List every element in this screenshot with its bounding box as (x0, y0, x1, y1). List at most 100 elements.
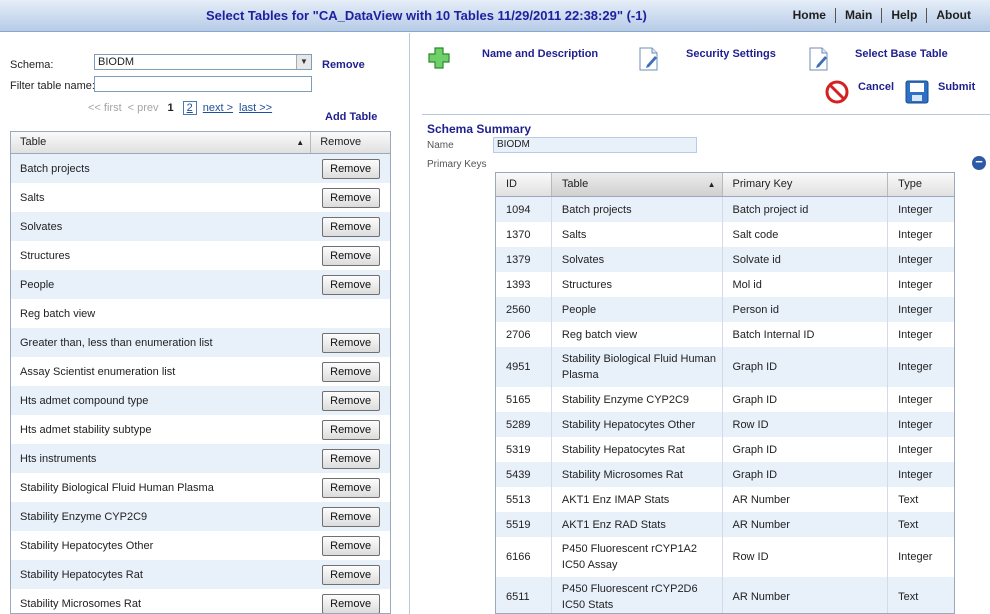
pager-page-2[interactable]: 2 (182, 101, 197, 115)
type-cell: Integer (898, 551, 933, 563)
column-header-type[interactable]: Type (888, 173, 954, 196)
remove-cell: Remove (311, 245, 390, 266)
table-row[interactable]: Reg batch view (11, 299, 390, 328)
remove-table-button[interactable]: Remove (321, 332, 380, 353)
type-cell: Text (898, 518, 919, 531)
primary-key-cell: Graph ID (723, 347, 889, 387)
pager-last[interactable]: last >> (239, 102, 272, 114)
remove-table-button[interactable]: Remove (321, 419, 380, 440)
edit-document-icon[interactable] (808, 47, 830, 71)
type-cell: Integer (898, 418, 933, 431)
remove-table-button[interactable]: Remove (321, 593, 380, 613)
table-row[interactable]: 6511 P450 Fluorescent rCYP2D6 IC50 Stats A… (496, 577, 954, 613)
pager-next[interactable]: next > (203, 102, 233, 114)
table-row[interactable]: Stability Hepatocytes Other Remove (11, 531, 390, 560)
primary-key-cell: Person id (723, 297, 889, 322)
remove-table-button[interactable]: Remove (321, 564, 380, 585)
table-row[interactable]: Stability Biological Fluid Human Plasma R… (11, 473, 390, 502)
nav-help[interactable]: Help (881, 8, 926, 23)
edit-document-icon[interactable] (638, 47, 660, 71)
nav-main[interactable]: Main (834, 8, 881, 23)
table-row[interactable]: 1370 Salts Salt code Integer (496, 222, 954, 247)
table-row[interactable]: 1094 Batch projects Batch project id Intege… (496, 197, 954, 222)
table-cell: People (552, 297, 723, 322)
table-cell: Stability Hepatocytes Rat (552, 437, 723, 462)
table-row[interactable]: 5165 Stability Enzyme CYP2C9 Graph ID Integ… (496, 387, 954, 412)
table-row[interactable]: Solvates Remove (11, 212, 390, 241)
name-label: Name (427, 140, 454, 151)
remove-cell: Remove (311, 216, 390, 237)
table-row[interactable]: Salts Remove (11, 183, 390, 212)
filter-table-input[interactable] (94, 76, 312, 92)
id-cell: 2706 (496, 322, 552, 347)
remove-table-button[interactable]: Remove (321, 448, 380, 469)
table-cell: AKT1 Enz IMAP Stats (552, 487, 723, 512)
name-description-link[interactable]: Name and Description (482, 48, 598, 60)
filter-label: Filter table name: (10, 80, 95, 92)
table-row[interactable]: 5519 AKT1 Enz RAD Stats AR Number Text (496, 512, 954, 537)
table-row[interactable]: Stability Enzyme CYP2C9 Remove (11, 502, 390, 531)
remove-cell: Remove (311, 593, 390, 613)
table-row[interactable]: 5319 Stability Hepatocytes Rat Graph ID Int… (496, 437, 954, 462)
table-row[interactable]: Batch projects Remove (11, 154, 390, 183)
remove-cell: Remove (311, 564, 390, 585)
remove-table-button[interactable]: Remove (321, 216, 380, 237)
nav-home[interactable]: Home (784, 8, 835, 23)
table-row[interactable]: 6166 P450 Fluorescent rCYP1A2 IC50 Assay R… (496, 537, 954, 577)
cancel-button[interactable]: Cancel (858, 81, 894, 93)
table-row[interactable]: Assay Scientist enumeration list Remove (11, 357, 390, 386)
submit-icon[interactable] (904, 79, 930, 105)
remove-table-button[interactable]: Remove (321, 187, 380, 208)
table-row[interactable]: 1393 Structures Mol id Integer (496, 272, 954, 297)
table-row[interactable]: 5289 Stability Hepatocytes Other Row ID Int… (496, 412, 954, 437)
nav-about[interactable]: About (926, 8, 980, 23)
cancel-icon[interactable] (825, 80, 849, 104)
remove-table-button[interactable]: Remove (321, 506, 380, 527)
table-row[interactable]: 5513 AKT1 Enz IMAP Stats AR Number Text (496, 487, 954, 512)
selected-tables-grid: Table ▲ Remove Batch projects Remove Salts… (10, 131, 391, 614)
column-header-primary-key[interactable]: Primary Key (723, 173, 889, 196)
remove-table-button[interactable]: Remove (321, 158, 380, 179)
collapse-minus-icon[interactable]: − (972, 155, 986, 170)
remove-table-button[interactable]: Remove (321, 274, 380, 295)
remove-table-button[interactable]: Remove (321, 361, 380, 382)
column-header-id[interactable]: ID (496, 173, 552, 196)
add-table-link[interactable]: Add Table (325, 111, 377, 123)
table-selection-panel: Schema: BIODM ▼ Remove Filter table name… (0, 33, 410, 614)
table-name-cell: Solvates (20, 220, 63, 233)
table-row[interactable]: 2706 Reg batch view Batch Internal ID Integ… (496, 322, 954, 347)
type-cell: Integer (898, 328, 933, 341)
table-row[interactable]: 4951 Stability Biological Fluid Human Pla… (496, 347, 954, 387)
table-row[interactable]: 5439 Stability Microsomes Rat Graph ID Inte… (496, 462, 954, 487)
remove-table-button[interactable]: Remove (321, 477, 380, 498)
remove-cell: Remove (311, 506, 390, 527)
table-name-cell: Stability Hepatocytes Other (20, 539, 154, 552)
remove-table-button[interactable]: Remove (321, 245, 380, 266)
primary-key-cell: Row ID (723, 412, 889, 437)
remove-schema-link[interactable]: Remove (322, 59, 365, 71)
table-row[interactable]: 1379 Solvates Solvate id Integer (496, 247, 954, 272)
table-row[interactable]: 2560 People Person id Integer (496, 297, 954, 322)
submit-button[interactable]: Submit (938, 81, 975, 93)
security-settings-link[interactable]: Security Settings (686, 48, 776, 60)
table-row[interactable]: Stability Hepatocytes Rat Remove (11, 560, 390, 589)
table-row[interactable]: Greater than, less than enumeration list… (11, 328, 390, 357)
schema-select[interactable]: BIODM ▼ (94, 54, 312, 70)
remove-table-button[interactable]: Remove (321, 535, 380, 556)
select-base-table-link[interactable]: Select Base Table (855, 48, 948, 60)
remove-cell: Remove (311, 419, 390, 440)
table-row[interactable]: Stability Microsomes Rat Remove (11, 589, 390, 613)
sort-asc-icon: ▲ (707, 180, 716, 189)
remove-cell: Remove (311, 390, 390, 411)
table-row[interactable]: Hts admet compound type Remove (11, 386, 390, 415)
table-row[interactable]: Structures Remove (11, 241, 390, 270)
remove-table-button[interactable]: Remove (321, 390, 380, 411)
plus-icon[interactable] (428, 47, 450, 69)
column-header-table[interactable]: Table ▲ (551, 173, 723, 196)
column-header-table[interactable]: Table ▲ (11, 132, 312, 153)
table-row[interactable]: Hts instruments Remove (11, 444, 390, 473)
chevron-down-icon[interactable]: ▼ (296, 55, 311, 69)
remove-cell: Remove (311, 448, 390, 469)
table-row[interactable]: People Remove (11, 270, 390, 299)
table-row[interactable]: Hts admet stability subtype Remove (11, 415, 390, 444)
